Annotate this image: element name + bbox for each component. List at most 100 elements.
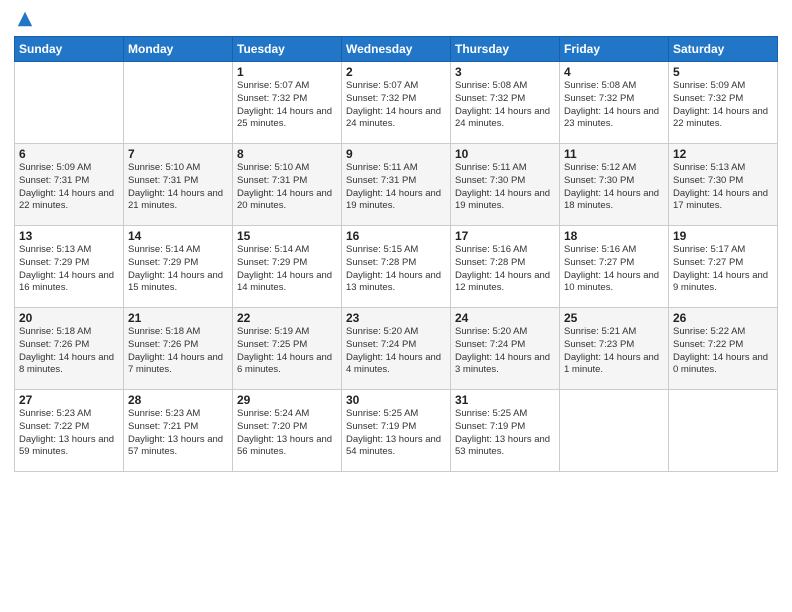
day-info: Sunrise: 5:16 AMSunset: 7:27 PMDaylight:… bbox=[564, 244, 664, 295]
day-number: 24 bbox=[455, 311, 555, 325]
calendar-week-5: 27Sunrise: 5:23 AMSunset: 7:22 PMDayligh… bbox=[15, 390, 778, 472]
calendar-cell: 15Sunrise: 5:14 AMSunset: 7:29 PMDayligh… bbox=[233, 226, 342, 308]
day-number: 6 bbox=[19, 147, 119, 161]
calendar-cell: 13Sunrise: 5:13 AMSunset: 7:29 PMDayligh… bbox=[15, 226, 124, 308]
weekday-header-saturday: Saturday bbox=[669, 37, 778, 62]
day-info: Sunrise: 5:23 AMSunset: 7:22 PMDaylight:… bbox=[19, 408, 119, 459]
calendar-cell: 1Sunrise: 5:07 AMSunset: 7:32 PMDaylight… bbox=[233, 62, 342, 144]
calendar-cell: 2Sunrise: 5:07 AMSunset: 7:32 PMDaylight… bbox=[342, 62, 451, 144]
day-info: Sunrise: 5:14 AMSunset: 7:29 PMDaylight:… bbox=[237, 244, 337, 295]
calendar-cell: 21Sunrise: 5:18 AMSunset: 7:26 PMDayligh… bbox=[124, 308, 233, 390]
calendar-cell bbox=[560, 390, 669, 472]
calendar-cell: 16Sunrise: 5:15 AMSunset: 7:28 PMDayligh… bbox=[342, 226, 451, 308]
day-info: Sunrise: 5:10 AMSunset: 7:31 PMDaylight:… bbox=[128, 162, 228, 213]
day-number: 14 bbox=[128, 229, 228, 243]
day-info: Sunrise: 5:13 AMSunset: 7:30 PMDaylight:… bbox=[673, 162, 773, 213]
day-number: 5 bbox=[673, 65, 773, 79]
day-info: Sunrise: 5:15 AMSunset: 7:28 PMDaylight:… bbox=[346, 244, 446, 295]
calendar-cell bbox=[669, 390, 778, 472]
day-number: 19 bbox=[673, 229, 773, 243]
calendar-cell: 18Sunrise: 5:16 AMSunset: 7:27 PMDayligh… bbox=[560, 226, 669, 308]
page: SundayMondayTuesdayWednesdayThursdayFrid… bbox=[0, 0, 792, 612]
calendar-cell: 6Sunrise: 5:09 AMSunset: 7:31 PMDaylight… bbox=[15, 144, 124, 226]
day-number: 23 bbox=[346, 311, 446, 325]
day-info: Sunrise: 5:25 AMSunset: 7:19 PMDaylight:… bbox=[455, 408, 555, 459]
calendar-cell: 23Sunrise: 5:20 AMSunset: 7:24 PMDayligh… bbox=[342, 308, 451, 390]
day-number: 25 bbox=[564, 311, 664, 325]
calendar-cell: 5Sunrise: 5:09 AMSunset: 7:32 PMDaylight… bbox=[669, 62, 778, 144]
day-info: Sunrise: 5:11 AMSunset: 7:30 PMDaylight:… bbox=[455, 162, 555, 213]
day-info: Sunrise: 5:13 AMSunset: 7:29 PMDaylight:… bbox=[19, 244, 119, 295]
day-number: 16 bbox=[346, 229, 446, 243]
day-info: Sunrise: 5:18 AMSunset: 7:26 PMDaylight:… bbox=[19, 326, 119, 377]
calendar-week-3: 13Sunrise: 5:13 AMSunset: 7:29 PMDayligh… bbox=[15, 226, 778, 308]
day-number: 9 bbox=[346, 147, 446, 161]
day-info: Sunrise: 5:18 AMSunset: 7:26 PMDaylight:… bbox=[128, 326, 228, 377]
day-number: 20 bbox=[19, 311, 119, 325]
calendar-cell: 8Sunrise: 5:10 AMSunset: 7:31 PMDaylight… bbox=[233, 144, 342, 226]
day-number: 13 bbox=[19, 229, 119, 243]
day-number: 1 bbox=[237, 65, 337, 79]
calendar-cell: 10Sunrise: 5:11 AMSunset: 7:30 PMDayligh… bbox=[451, 144, 560, 226]
calendar-cell: 22Sunrise: 5:19 AMSunset: 7:25 PMDayligh… bbox=[233, 308, 342, 390]
day-info: Sunrise: 5:11 AMSunset: 7:31 PMDaylight:… bbox=[346, 162, 446, 213]
weekday-header-tuesday: Tuesday bbox=[233, 37, 342, 62]
day-info: Sunrise: 5:12 AMSunset: 7:30 PMDaylight:… bbox=[564, 162, 664, 213]
day-info: Sunrise: 5:14 AMSunset: 7:29 PMDaylight:… bbox=[128, 244, 228, 295]
day-info: Sunrise: 5:08 AMSunset: 7:32 PMDaylight:… bbox=[564, 80, 664, 131]
day-number: 12 bbox=[673, 147, 773, 161]
day-info: Sunrise: 5:10 AMSunset: 7:31 PMDaylight:… bbox=[237, 162, 337, 213]
weekday-header-sunday: Sunday bbox=[15, 37, 124, 62]
day-info: Sunrise: 5:22 AMSunset: 7:22 PMDaylight:… bbox=[673, 326, 773, 377]
day-number: 2 bbox=[346, 65, 446, 79]
day-info: Sunrise: 5:19 AMSunset: 7:25 PMDaylight:… bbox=[237, 326, 337, 377]
day-number: 31 bbox=[455, 393, 555, 407]
calendar-cell: 9Sunrise: 5:11 AMSunset: 7:31 PMDaylight… bbox=[342, 144, 451, 226]
logo bbox=[14, 10, 34, 28]
day-number: 15 bbox=[237, 229, 337, 243]
calendar-cell: 31Sunrise: 5:25 AMSunset: 7:19 PMDayligh… bbox=[451, 390, 560, 472]
day-number: 29 bbox=[237, 393, 337, 407]
calendar-cell: 20Sunrise: 5:18 AMSunset: 7:26 PMDayligh… bbox=[15, 308, 124, 390]
day-number: 10 bbox=[455, 147, 555, 161]
calendar-cell: 11Sunrise: 5:12 AMSunset: 7:30 PMDayligh… bbox=[560, 144, 669, 226]
day-number: 22 bbox=[237, 311, 337, 325]
weekday-header-thursday: Thursday bbox=[451, 37, 560, 62]
weekday-header-friday: Friday bbox=[560, 37, 669, 62]
calendar-cell: 4Sunrise: 5:08 AMSunset: 7:32 PMDaylight… bbox=[560, 62, 669, 144]
calendar-cell bbox=[15, 62, 124, 144]
day-number: 4 bbox=[564, 65, 664, 79]
day-info: Sunrise: 5:09 AMSunset: 7:32 PMDaylight:… bbox=[673, 80, 773, 131]
day-info: Sunrise: 5:07 AMSunset: 7:32 PMDaylight:… bbox=[346, 80, 446, 131]
day-number: 27 bbox=[19, 393, 119, 407]
day-number: 3 bbox=[455, 65, 555, 79]
day-info: Sunrise: 5:07 AMSunset: 7:32 PMDaylight:… bbox=[237, 80, 337, 131]
header bbox=[14, 10, 778, 28]
day-number: 11 bbox=[564, 147, 664, 161]
day-number: 18 bbox=[564, 229, 664, 243]
calendar-cell: 27Sunrise: 5:23 AMSunset: 7:22 PMDayligh… bbox=[15, 390, 124, 472]
logo-icon bbox=[16, 10, 34, 28]
day-number: 30 bbox=[346, 393, 446, 407]
day-info: Sunrise: 5:24 AMSunset: 7:20 PMDaylight:… bbox=[237, 408, 337, 459]
day-number: 21 bbox=[128, 311, 228, 325]
weekday-header-monday: Monday bbox=[124, 37, 233, 62]
calendar-cell: 29Sunrise: 5:24 AMSunset: 7:20 PMDayligh… bbox=[233, 390, 342, 472]
calendar-cell: 7Sunrise: 5:10 AMSunset: 7:31 PMDaylight… bbox=[124, 144, 233, 226]
day-info: Sunrise: 5:17 AMSunset: 7:27 PMDaylight:… bbox=[673, 244, 773, 295]
day-info: Sunrise: 5:25 AMSunset: 7:19 PMDaylight:… bbox=[346, 408, 446, 459]
day-number: 17 bbox=[455, 229, 555, 243]
weekday-header-row: SundayMondayTuesdayWednesdayThursdayFrid… bbox=[15, 37, 778, 62]
calendar-cell: 19Sunrise: 5:17 AMSunset: 7:27 PMDayligh… bbox=[669, 226, 778, 308]
day-info: Sunrise: 5:23 AMSunset: 7:21 PMDaylight:… bbox=[128, 408, 228, 459]
day-number: 28 bbox=[128, 393, 228, 407]
calendar-cell: 25Sunrise: 5:21 AMSunset: 7:23 PMDayligh… bbox=[560, 308, 669, 390]
calendar-cell: 24Sunrise: 5:20 AMSunset: 7:24 PMDayligh… bbox=[451, 308, 560, 390]
day-number: 8 bbox=[237, 147, 337, 161]
day-info: Sunrise: 5:16 AMSunset: 7:28 PMDaylight:… bbox=[455, 244, 555, 295]
calendar-cell: 12Sunrise: 5:13 AMSunset: 7:30 PMDayligh… bbox=[669, 144, 778, 226]
calendar-week-2: 6Sunrise: 5:09 AMSunset: 7:31 PMDaylight… bbox=[15, 144, 778, 226]
calendar-cell: 17Sunrise: 5:16 AMSunset: 7:28 PMDayligh… bbox=[451, 226, 560, 308]
day-info: Sunrise: 5:21 AMSunset: 7:23 PMDaylight:… bbox=[564, 326, 664, 377]
day-number: 26 bbox=[673, 311, 773, 325]
